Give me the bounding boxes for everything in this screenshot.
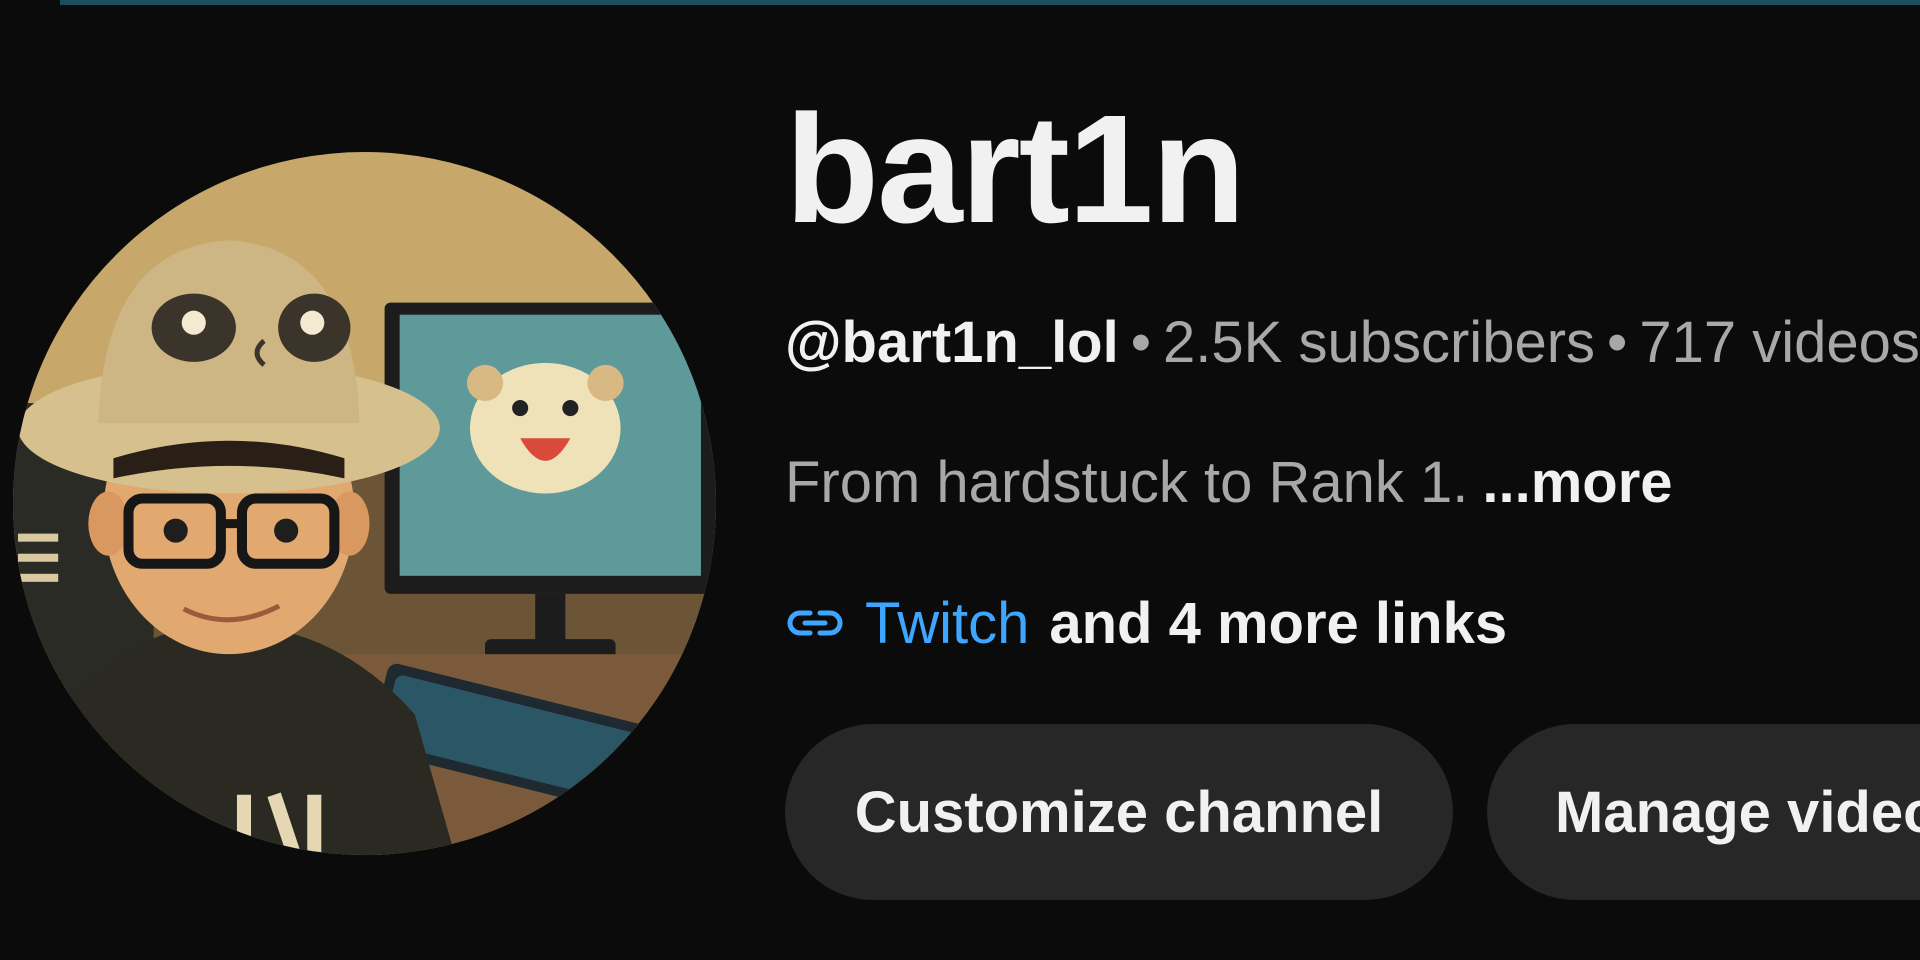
manage-videos-label: Manage videos	[1555, 779, 1920, 845]
description-more-link[interactable]: ...more	[1482, 450, 1672, 515]
twitch-link[interactable]: Twitch	[865, 590, 1029, 657]
meta-separator: •	[1607, 310, 1628, 375]
video-count: 717 videos	[1639, 310, 1920, 375]
banner-edge	[60, 0, 1920, 5]
channel-avatar[interactable]	[13, 152, 716, 855]
channel-name: bart1n	[785, 83, 1246, 255]
channel-handle: @bart1n_lol	[785, 310, 1119, 375]
customize-channel-label: Customize channel	[854, 779, 1384, 845]
channel-description[interactable]: From hardstuck to Rank 1. ...more	[785, 450, 1673, 516]
subscriber-count: 2.5K subscribers	[1163, 310, 1596, 375]
description-text: From hardstuck to Rank 1.	[785, 450, 1469, 515]
channel-meta: @bart1n_lol • 2.5K subscribers • 717 videos	[785, 310, 1920, 376]
more-links-button[interactable]: and 4 more links	[1049, 590, 1507, 657]
avatar-illustration	[13, 152, 716, 855]
link-icon	[787, 610, 843, 636]
channel-links: Twitch and 4 more links	[785, 590, 1507, 656]
manage-videos-button[interactable]: Manage videos	[1487, 724, 1920, 900]
meta-separator: •	[1130, 310, 1152, 375]
customize-channel-button[interactable]: Customize channel	[785, 724, 1453, 900]
